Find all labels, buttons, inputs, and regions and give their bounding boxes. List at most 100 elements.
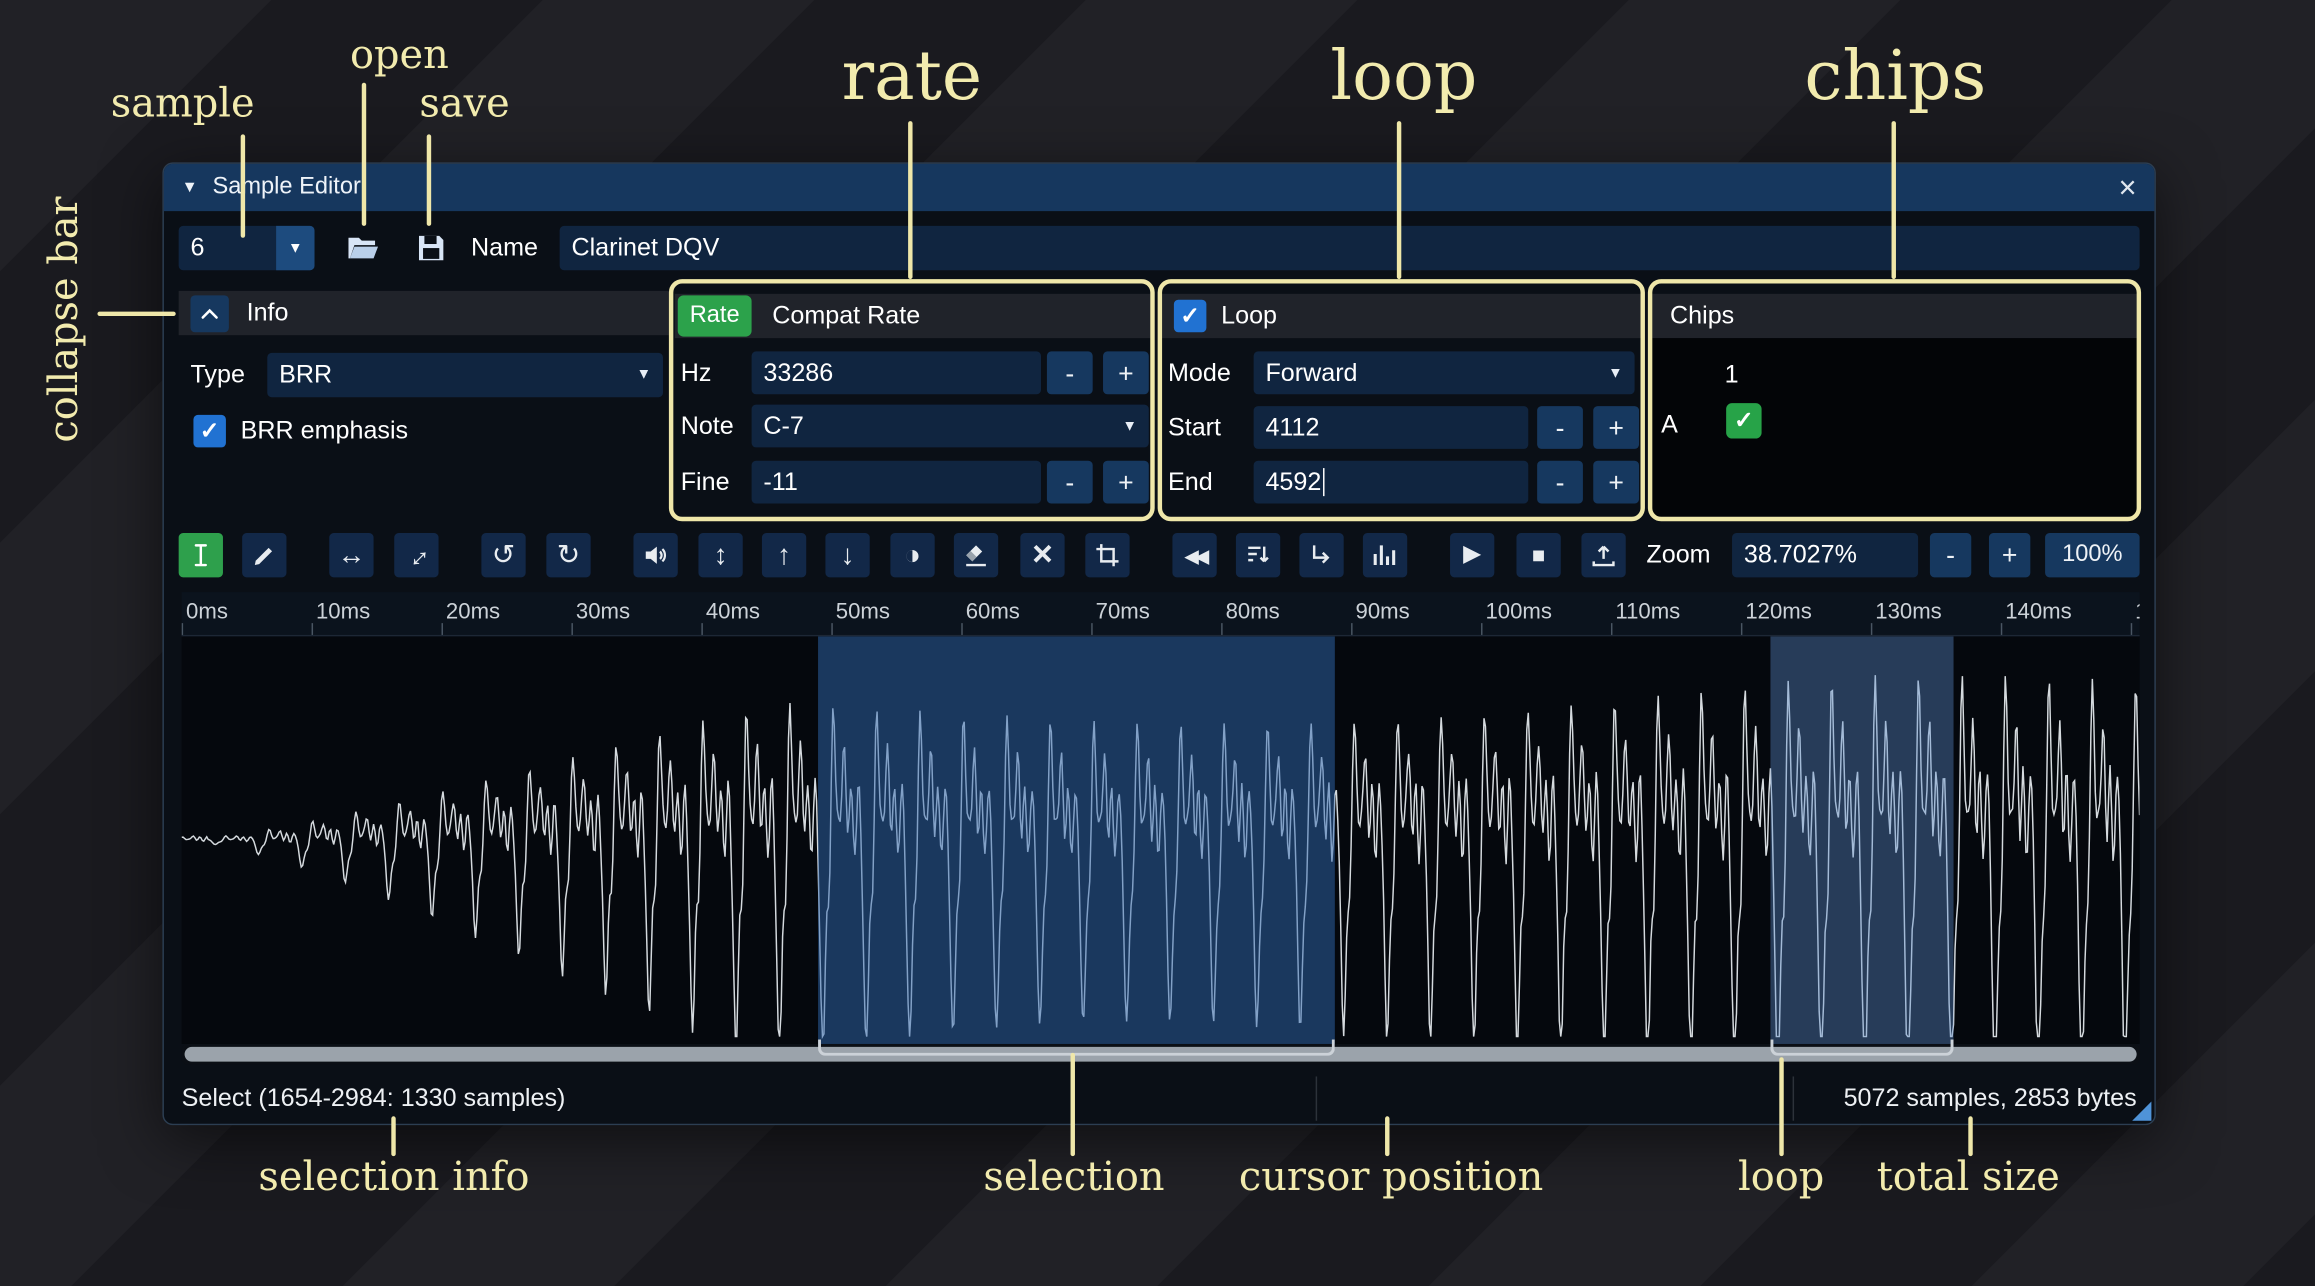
annotation-loop-marker: loop	[1737, 1154, 1825, 1201]
mode-label: Mode	[1167, 358, 1231, 387]
tab-compat-rate[interactable]: Compat Rate	[772, 294, 920, 338]
chips-column-label: 1	[1724, 360, 1739, 389]
hz-input[interactable]: 33286	[751, 351, 1042, 395]
info-header[interactable]: Info	[178, 290, 669, 336]
loop-start-minus-button[interactable]: -	[1537, 406, 1583, 449]
loop-checkbox[interactable]: ✓	[1173, 299, 1207, 333]
total-size-text: 5072 samples, 2853 bytes	[1843, 1083, 2137, 1112]
normalize-button[interactable]: ↕	[698, 533, 743, 578]
ruler-label: 150ms	[2135, 599, 2139, 624]
fine-plus-button[interactable]: +	[1103, 460, 1149, 504]
ruler-tick	[1481, 623, 1483, 635]
type-select[interactable]: BRR ▼	[267, 352, 663, 398]
zoom-reset-button[interactable]: 100%	[2045, 533, 2140, 578]
selection-info-text: Select (1654-2984: 1330 samples)	[181, 1083, 566, 1112]
ibeam-cursor-icon	[194, 544, 207, 567]
annotation-line	[1891, 121, 1896, 280]
select-tool-button[interactable]	[178, 533, 223, 578]
annotation-line	[240, 134, 246, 238]
annotation-line	[361, 82, 367, 226]
titlebar[interactable]: ▼ Sample Editor ×	[163, 163, 2155, 212]
zoom-input[interactable]: 38.7027%	[1732, 533, 1919, 578]
upload-button[interactable]	[1581, 533, 1626, 578]
ruler-tick	[1870, 623, 1873, 635]
sort-button[interactable]	[1235, 533, 1281, 578]
info-header-label: Info	[246, 298, 289, 327]
crossfade-button[interactable]	[1299, 533, 1344, 578]
sort-lines-icon	[1248, 546, 1269, 563]
loop-bracket	[1770, 1039, 1954, 1056]
loop-end-minus-button[interactable]: -	[1537, 460, 1583, 504]
reverse-button[interactable]: ◀◀	[1172, 533, 1217, 578]
time-ruler[interactable]: 0ms 10ms 20ms 30ms 40ms 50ms 60ms 70ms 8…	[181, 592, 2140, 637]
loop-end-input[interactable]: 4592	[1253, 460, 1529, 504]
resample-button[interactable]: ↔	[394, 533, 439, 578]
waveform-view[interactable]	[181, 636, 2140, 1044]
name-input[interactable]: Clarinet DQV	[559, 225, 2140, 271]
ruler-tick	[831, 623, 833, 635]
loop-start-input[interactable]: 4112	[1253, 406, 1529, 449]
silence-button[interactable]	[953, 533, 999, 578]
loop-region[interactable]	[1770, 636, 1954, 1044]
invert-button[interactable]: ◑	[890, 533, 935, 578]
loop-start-label: Start	[1167, 413, 1222, 442]
chips-header-label: Chips	[1670, 301, 1735, 330]
ruler-label: 130ms	[1875, 599, 1942, 625]
preview-play-button[interactable]: ▶	[1450, 533, 1495, 578]
hz-label: Hz	[680, 358, 712, 387]
ruler-label: 100ms	[1485, 599, 1552, 625]
save-button[interactable]	[406, 226, 455, 270]
loop-start-plus-button[interactable]: +	[1593, 406, 1640, 449]
ruler-tick	[571, 623, 573, 635]
brr-emphasis-checkbox[interactable]: ✓	[193, 414, 226, 448]
draw-tool-button[interactable]	[242, 533, 287, 578]
loop-mode-select[interactable]: Forward ▼	[1253, 351, 1635, 395]
resize-button[interactable]: ↔	[329, 533, 374, 578]
chevron-down-icon[interactable]: ▼	[276, 225, 315, 271]
annotation-line	[426, 134, 432, 226]
resize-grip[interactable]	[2132, 1101, 2152, 1121]
window-collapse-icon[interactable]: ▼	[182, 179, 198, 197]
annotation-chips: chips	[1804, 35, 1987, 116]
hz-plus-button[interactable]: +	[1103, 351, 1149, 395]
ruler-tick	[1221, 623, 1223, 635]
ruler-tick	[2000, 623, 2003, 635]
tab-rate[interactable]: Rate	[677, 295, 752, 337]
save-floppy-icon	[418, 235, 443, 261]
collapse-bar-button[interactable]	[190, 295, 229, 333]
redo-button[interactable]: ↻	[546, 533, 591, 578]
chip-enable-checkbox[interactable]: ✓	[1726, 403, 1762, 439]
type-label: Type	[190, 360, 245, 389]
ruler-label: 140ms	[2005, 599, 2072, 625]
fade-in-button[interactable]: ↑	[761, 533, 807, 578]
open-button[interactable]	[338, 226, 387, 270]
zoom-plus-button[interactable]: +	[1988, 533, 2031, 578]
ruler-label: 120ms	[1745, 599, 1812, 625]
trim-button[interactable]	[1085, 533, 1130, 578]
delete-button[interactable]: ×	[1020, 533, 1065, 578]
annotation-selection: selection	[983, 1154, 1165, 1201]
filter-button[interactable]	[1362, 533, 1408, 578]
loop-end-plus-button[interactable]: +	[1593, 460, 1640, 504]
undo-button[interactable]: ↺	[481, 533, 526, 578]
play-icon: ▶	[1463, 541, 1482, 568]
pencil-icon	[254, 547, 273, 566]
rewind-icon: ◀◀	[1184, 544, 1209, 567]
amplify-button[interactable]	[633, 533, 678, 578]
ruler-tick	[181, 623, 184, 635]
ruler-tick	[961, 623, 963, 635]
annotation-cursor-position: cursor position	[1238, 1154, 1544, 1201]
fade-out-button[interactable]: ↓	[825, 533, 870, 578]
note-select[interactable]: C-7 ▼	[751, 404, 1149, 448]
close-icon[interactable]: ×	[2119, 172, 2137, 203]
fine-minus-button[interactable]: -	[1046, 460, 1093, 504]
selection-region[interactable]	[818, 636, 1335, 1044]
zoom-minus-button[interactable]: -	[1929, 533, 1972, 578]
chips-header: Chips	[1652, 293, 2137, 339]
sample-selector[interactable]: 6 ▼	[178, 225, 315, 271]
preview-stop-button[interactable]: ■	[1516, 533, 1561, 578]
fine-input[interactable]: -11	[751, 460, 1042, 504]
annotation-sample: sample	[110, 81, 255, 127]
undo-icon: ↺	[491, 539, 516, 571]
hz-minus-button[interactable]: -	[1046, 351, 1093, 395]
